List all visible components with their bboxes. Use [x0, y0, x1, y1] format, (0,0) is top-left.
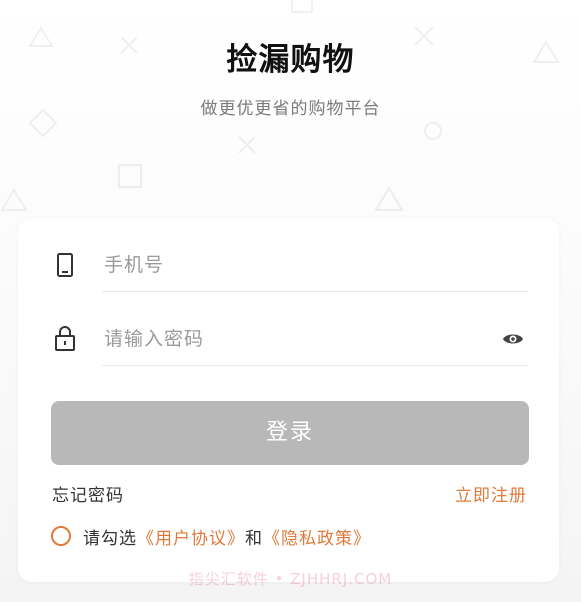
agreement-checkbox[interactable]: [51, 526, 71, 546]
square-decoration: [116, 162, 144, 190]
phone-underline: [102, 291, 528, 292]
password-underline: [102, 365, 528, 366]
triangle-decoration: [374, 186, 404, 212]
privacy-policy-link[interactable]: 《隐私政策》: [263, 524, 371, 549]
cross-decoration: [236, 134, 258, 156]
triangle-decoration: [0, 188, 28, 212]
register-link[interactable]: 立即注册: [455, 481, 527, 506]
app-subtitle: 做更优更省的购物平台: [200, 99, 381, 119]
circle-decoration: [422, 120, 444, 142]
phone-field: [52, 232, 528, 292]
password-input[interactable]: [102, 318, 486, 360]
app-title: 捡漏购物: [226, 42, 355, 78]
user-agreement-link[interactable]: 《用户协议》: [137, 524, 245, 549]
square-decoration: [290, 0, 314, 14]
agreement-conjunction: 和: [245, 528, 263, 549]
login-card: 登录 忘记密码 立即注册 请勾选 《用户协议》 和 《隐私政策》: [18, 218, 559, 582]
agreement-row: 请勾选 《用户协议》 和 《隐私政策》: [51, 523, 371, 549]
agreement-prefix: 请勾选: [83, 528, 137, 549]
watermark: 指尖汇软件 • ZJHHRJ.COM: [188, 570, 393, 588]
phone-icon: [52, 252, 78, 278]
password-field: [52, 306, 528, 366]
login-page: 捡漏购物 做更优更省的购物平台 手机号 登录 忘记密码 立即注册 请勾选 《用户…: [0, 0, 581, 602]
lock-icon: [52, 326, 78, 352]
forgot-password-link[interactable]: 忘记密码: [52, 481, 124, 506]
eye-icon[interactable]: [502, 328, 524, 350]
phone-input[interactable]: [102, 244, 486, 286]
login-button[interactable]: 登录: [51, 401, 529, 465]
